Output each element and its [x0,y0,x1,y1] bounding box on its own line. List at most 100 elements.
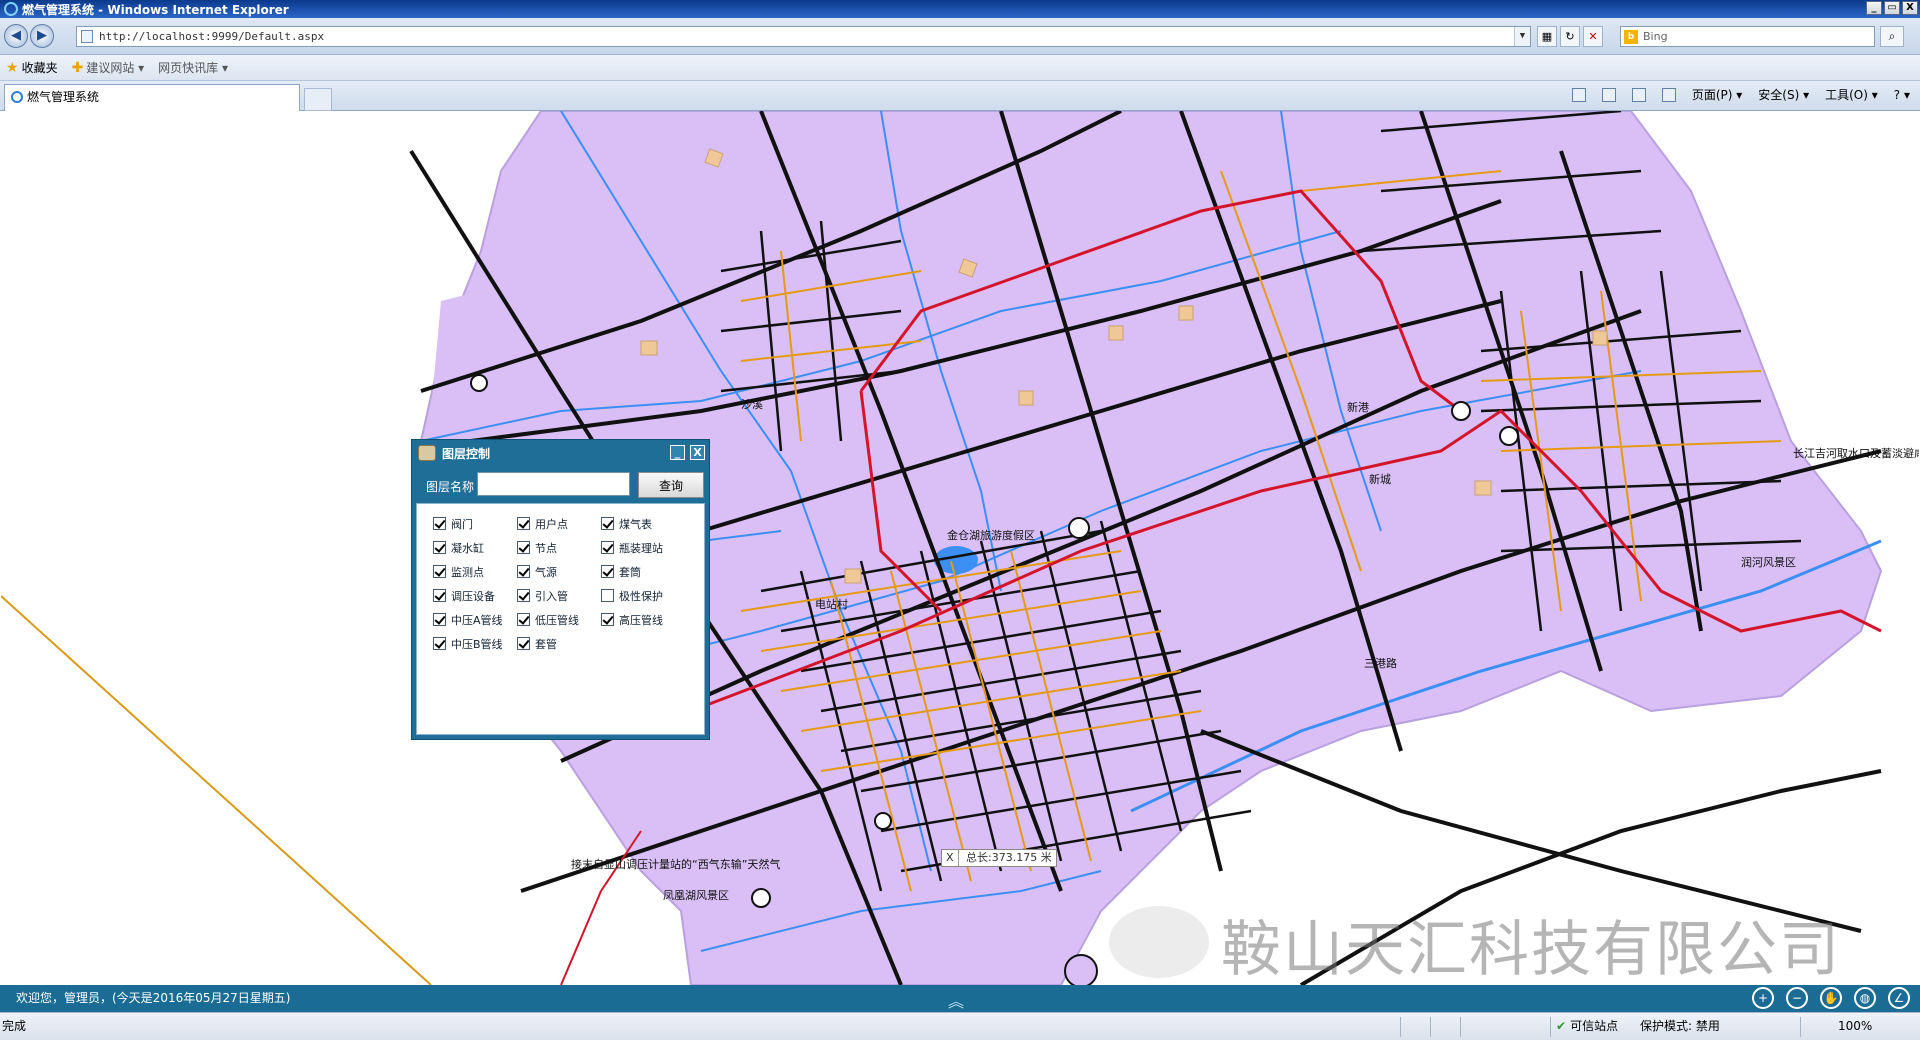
status-divider [1550,1017,1551,1037]
webslice-gallery-link[interactable]: 网页快讯库 ▾ [158,59,228,76]
favorites-button[interactable]: ★ 收藏夹 [6,59,58,76]
safety-menu[interactable]: 安全(S) ▾ [1758,86,1809,103]
layer-item[interactable]: 用户点 [517,515,601,532]
layer-item[interactable]: 套筒 [601,563,685,580]
layer-checkbox[interactable] [433,613,446,626]
url-field[interactable]: http://localhost:9999/Default.aspx ▼ [76,26,1531,47]
query-button[interactable]: 查询 [638,472,704,498]
layer-checkbox[interactable] [601,565,614,578]
layer-checkbox[interactable] [517,541,530,554]
app-status-bar: 欢迎您，管理员，(今天是2016年05月27日星期五) ︽ + − ✋ ◍ ∠ [0,985,1920,1012]
layer-checkbox[interactable] [517,613,530,626]
zoom-level[interactable]: 100% [1838,1013,1872,1039]
layer-item[interactable]: 引入管 [517,587,601,604]
layer-item[interactable]: 极性保护 [601,587,685,604]
layer-item[interactable]: 凝水缸 [433,539,517,556]
zoom-out-icon[interactable]: − [1786,987,1808,1009]
watermark-logo [1109,906,1209,978]
layer-item[interactable]: 监测点 [433,563,517,580]
refresh-icon[interactable]: ↻ [1560,26,1580,47]
tab-gas-system[interactable]: 燃气管理系统 [4,84,300,111]
status-divider [1400,1017,1401,1037]
layer-name-input[interactable] [477,472,630,496]
layer-checkbox[interactable] [601,589,614,602]
layer-item[interactable]: 中压A管线 [433,611,517,628]
layer-checkbox[interactable] [433,517,446,530]
layer-checkbox-list: 阀门 用户点 煤气表凝水缸 节点 瓶装理站监测点 气源 套筒调压设备 引入管 极性保护中压A管线… [433,515,685,652]
page-menu[interactable]: 页面(P) ▾ [1692,86,1742,103]
gas-network-map[interactable]: 长江吉河取水口及蓄淡避咸水库 润河风景区 凤凰湖风景区 金仓湖旅游度假区 接末自… [1,111,1919,985]
layer-item[interactable]: 中压B管线 [433,635,517,652]
tools-menu[interactable]: 工具(O) ▾ [1825,86,1878,103]
address-bar: ◀ ▶ http://localhost:9999/Default.aspx ▼… [0,18,1920,55]
welcome-text: 欢迎您，管理员，(今天是2016年05月27日星期五) [16,991,291,1005]
measure-icon[interactable]: ∠ [1888,987,1910,1009]
layer-label: 极性保护 [619,589,663,603]
layer-item[interactable]: 阀门 [433,515,517,532]
layer-checkbox[interactable] [433,541,446,554]
zoom-in-icon[interactable]: + [1752,987,1774,1009]
status-divider [1460,1017,1461,1037]
layer-panel-body: 图层名称 查询 阀门 用户点 煤气表凝水缸 节点 瓶装理站监测点 气源 套筒调压设备 引入管 极… [416,466,705,735]
back-button[interactable]: ◀ [4,24,28,48]
search-input[interactable]: b Bing [1620,26,1875,47]
label-xingang: 新港 [1347,400,1369,414]
layer-panel-minimize-button[interactable]: _ [670,445,685,460]
layer-label: 引入管 [535,589,568,603]
close-window-button[interactable]: X [1902,1,1918,15]
layer-item[interactable]: 高压管线 [601,611,685,628]
help-menu[interactable]: ? ▾ [1894,88,1910,102]
label-shaxi: 沙溪 [741,398,763,411]
layer-checkbox[interactable] [433,589,446,602]
mail-icon[interactable] [1631,87,1646,102]
layer-control-panel: 图层控制 _ X 图层名称 查询 阀门 用户点 煤气表 凝水缸 节点 瓶装理站 监测点 气源套… [411,439,710,740]
search-icon[interactable]: ⌕ [1880,26,1904,47]
feeds-icon[interactable] [1601,87,1616,102]
label-jincang-lake: 金仓湖旅游度假区 [947,528,1035,542]
compat-view-icon[interactable]: ▦ [1537,26,1557,47]
url-dropdown-icon[interactable]: ▼ [1514,27,1530,46]
layer-panel-close-button[interactable]: X [690,445,705,460]
home-icon[interactable] [1571,87,1586,102]
layer-item[interactable]: 气源 [517,563,601,580]
full-extent-globe-icon[interactable]: ◍ [1854,987,1876,1009]
layer-label: 用户点 [535,517,568,531]
layer-search-row: 图层名称 查询 [416,466,705,504]
collapse-up-icon[interactable]: ︽ [948,988,964,1015]
trusted-zone[interactable]: ✔ 可信站点 [1556,1013,1618,1039]
pan-hand-icon[interactable]: ✋ [1820,987,1842,1009]
measure-close-button[interactable]: X [946,850,959,866]
layer-panel-header[interactable]: 图层控制 _ X [412,440,709,466]
layer-checkbox[interactable] [433,565,446,578]
label-runhe-scenic: 润河风景区 [1741,555,1796,569]
star-icon: ★ [6,59,19,76]
layer-checkbox[interactable] [601,517,614,530]
layer-item[interactable]: 节点 [517,539,601,556]
layer-item[interactable]: 套管 [517,635,601,652]
layer-item[interactable]: 调压设备 [433,587,517,604]
layer-checkbox[interactable] [601,613,614,626]
stop-icon[interactable]: ✕ [1583,26,1603,47]
protected-mode: 保护模式: 禁用 [1640,1019,1720,1033]
forward-button[interactable]: ▶ [30,24,54,48]
layer-label: 调压设备 [451,589,495,603]
layer-checkbox[interactable] [433,637,446,650]
layer-checkbox[interactable] [517,589,530,602]
suggested-sites-link[interactable]: ✚ 建议网站 ▾ [72,59,145,76]
layer-checkbox[interactable] [517,637,530,650]
minimize-button[interactable]: _ [1866,1,1882,15]
window-title: 燃气管理系统 - Windows Internet Explorer [22,2,289,17]
label-sangang-road: 三港路 [1364,657,1397,670]
layer-item[interactable]: 低压管线 [517,611,601,628]
restore-button[interactable]: ▭ [1884,1,1900,15]
check-icon: ✔ [1556,1019,1567,1033]
layer-checkbox[interactable] [517,517,530,530]
layer-checkbox[interactable] [601,541,614,554]
layer-checkbox[interactable] [517,565,530,578]
layer-item[interactable]: 煤气表 [601,515,685,532]
layer-label: 高压管线 [619,613,663,627]
favorites-label: 收藏夹 [21,61,58,75]
layer-item[interactable]: 瓶装理站 [601,539,685,556]
print-icon[interactable] [1661,87,1676,102]
new-tab-button[interactable] [304,88,332,111]
